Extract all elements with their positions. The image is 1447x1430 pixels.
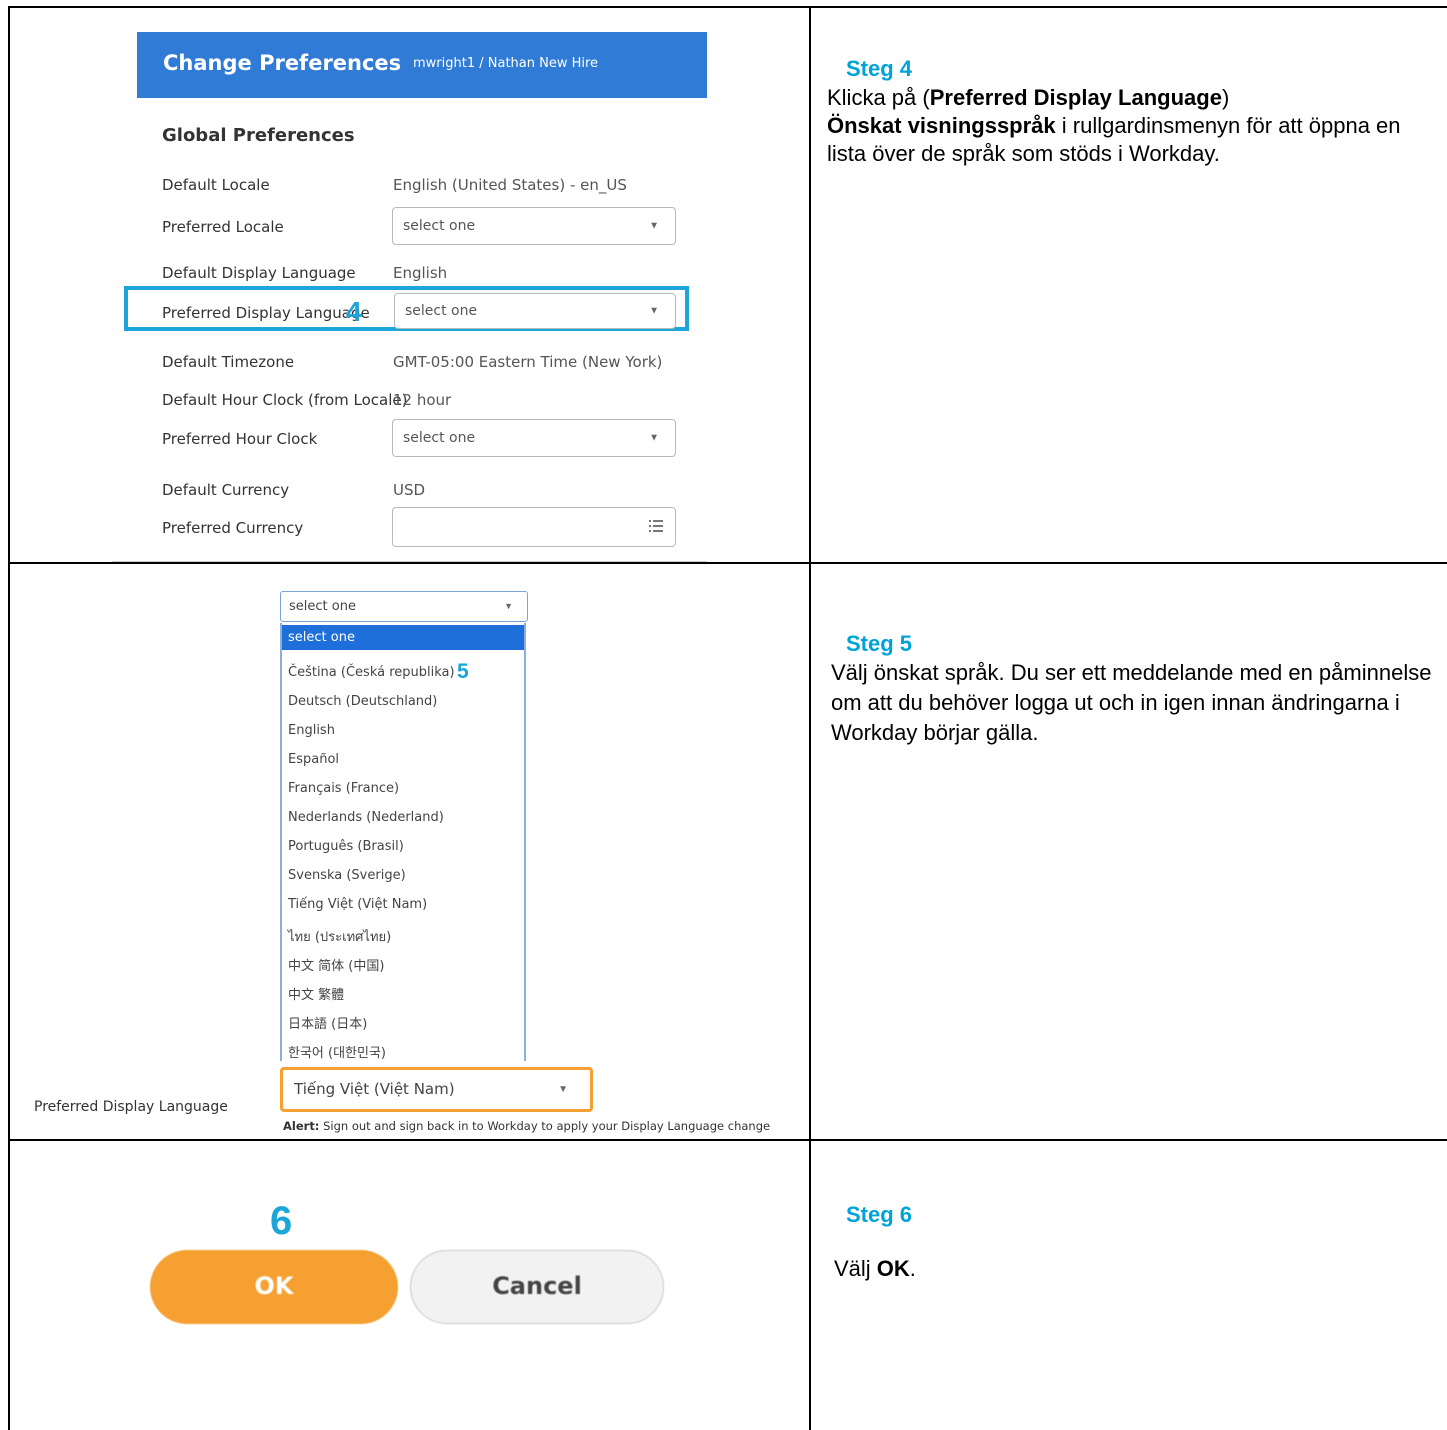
preferred-currency-label: Preferred Currency: [162, 519, 304, 537]
header-user: mwright1 / Nathan New Hire: [413, 56, 599, 71]
step-5-description: Välj önskat språk. Du ser ett meddelande…: [831, 660, 1432, 745]
language-dropdown-value: select one: [289, 599, 356, 614]
default-currency-label: Default Currency: [162, 481, 290, 499]
language-option[interactable]: English: [288, 723, 335, 738]
step-6-title: Steg 6: [846, 1202, 913, 1227]
chevron-down-icon: ▼: [649, 220, 659, 232]
language-change-alert: Alert: Sign out and sign back in to Work…: [283, 1119, 770, 1133]
language-option-label: select one: [288, 630, 355, 645]
preferred-hour-clock-label: Preferred Hour Clock: [162, 430, 318, 448]
table-row-divider-1: [8, 562, 1447, 564]
language-option[interactable]: Deutsch (Deutschland): [288, 694, 437, 709]
step-4-bold-1: Preferred Display Language: [929, 85, 1222, 110]
ok-button-label: OK: [254, 1272, 294, 1300]
alert-text: Sign out and sign back in to Workday to …: [319, 1119, 771, 1133]
step-5-marker: 5: [457, 660, 469, 683]
language-dropdown[interactable]: select one ▼: [280, 591, 528, 622]
preferred-display-language-label: Preferred Display Language: [162, 304, 370, 322]
step-4-title: Steg 4: [846, 56, 913, 81]
default-timezone-label: Default Timezone: [162, 353, 295, 371]
step-4-description: Klicka på (Preferred Display Language) Ö…: [827, 84, 1437, 168]
step-6-text-2: .: [909, 1256, 916, 1281]
language-option[interactable]: 한국어 (대한민국): [288, 1042, 386, 1061]
step-6-description: Välj OK.: [834, 1255, 1444, 1283]
alert-label: Alert:: [283, 1119, 320, 1133]
page-title: Change Preferences: [163, 51, 402, 75]
cancel-button[interactable]: Cancel: [410, 1250, 664, 1324]
language-option[interactable]: ไทย (ประเทศไทย): [288, 926, 391, 947]
chevron-down-icon: ▼: [649, 305, 659, 317]
preferred-display-language-value: select one: [405, 303, 478, 319]
preferred-display-language-value: Tiếng Việt (Việt Nam): [294, 1080, 455, 1098]
language-option[interactable]: Português (Brasil): [288, 839, 404, 854]
default-timezone-value: GMT-05:00 Eastern Time (New York): [393, 353, 663, 371]
language-option[interactable]: 日本語 (日本): [288, 1013, 367, 1032]
chevron-down-icon: ▼: [504, 601, 513, 611]
change-preferences-header: Change Preferences mwright1 / Nathan New…: [137, 32, 707, 98]
list-icon[interactable]: [649, 519, 663, 533]
table-border-top: [8, 6, 1447, 8]
preferred-locale-label: Preferred Locale: [162, 218, 284, 236]
step-4-bold-2: Önskat visningsspråk: [827, 113, 1056, 138]
default-locale-label: Default Locale: [162, 176, 270, 194]
section-title: Global Preferences: [162, 125, 355, 146]
chevron-down-icon: ▼: [649, 432, 659, 444]
language-option[interactable]: Français (France): [288, 781, 399, 796]
preferred-hour-clock-select[interactable]: select one ▼: [392, 419, 676, 457]
table-column-divider: [809, 6, 811, 1430]
default-hour-clock-label: Default Hour Clock (from Locale): [162, 391, 408, 409]
step-6-marker: 6: [270, 1199, 293, 1243]
preferred-display-language-label: Preferred Display Language: [34, 1099, 228, 1115]
language-option[interactable]: Español: [288, 752, 339, 767]
default-locale-value: English (United States) - en_US: [393, 176, 627, 194]
table-border-left: [8, 6, 10, 1430]
step-4-text-1: Klicka på (: [827, 85, 930, 110]
preferred-display-language-select[interactable]: select one ▼: [394, 293, 676, 329]
default-display-language-label: Default Display Language: [162, 264, 356, 282]
step-4-marker: 4: [346, 296, 362, 327]
default-hour-clock-value: 12 hour: [393, 391, 452, 409]
language-option[interactable]: Tiếng Việt (Việt Nam): [288, 897, 427, 912]
preferred-locale-select[interactable]: select one ▼: [392, 207, 676, 245]
language-option[interactable]: 中文 简体 (中国): [288, 955, 384, 974]
step-6-text-1: Välj: [834, 1256, 877, 1281]
language-option[interactable]: Svenska (Sverige): [288, 868, 406, 883]
language-option[interactable]: 中文 繁體: [288, 984, 344, 1003]
chevron-down-icon: ▼: [558, 1084, 568, 1095]
language-option-selected[interactable]: select one: [282, 625, 524, 650]
cancel-button-label: Cancel: [492, 1272, 582, 1300]
default-currency-value: USD: [393, 481, 426, 499]
preferred-hour-clock-value: select one: [403, 430, 476, 446]
default-display-language-value: English: [393, 264, 448, 282]
preferred-display-language-select[interactable]: Tiếng Việt (Việt Nam) ▼: [280, 1067, 593, 1112]
table-row-divider-2: [8, 1139, 1447, 1141]
preferred-currency-input[interactable]: [392, 507, 676, 547]
step-4-text-2: ): [1221, 85, 1230, 110]
preferred-locale-value: select one: [403, 218, 476, 234]
screenshot-bottom-rule: [112, 561, 707, 562]
step-6-bold: OK: [876, 1256, 910, 1281]
ok-button[interactable]: OK: [150, 1250, 398, 1324]
language-option[interactable]: Čeština (Česká republika): [288, 665, 455, 680]
language-option[interactable]: Nederlands (Nederland): [288, 810, 444, 825]
